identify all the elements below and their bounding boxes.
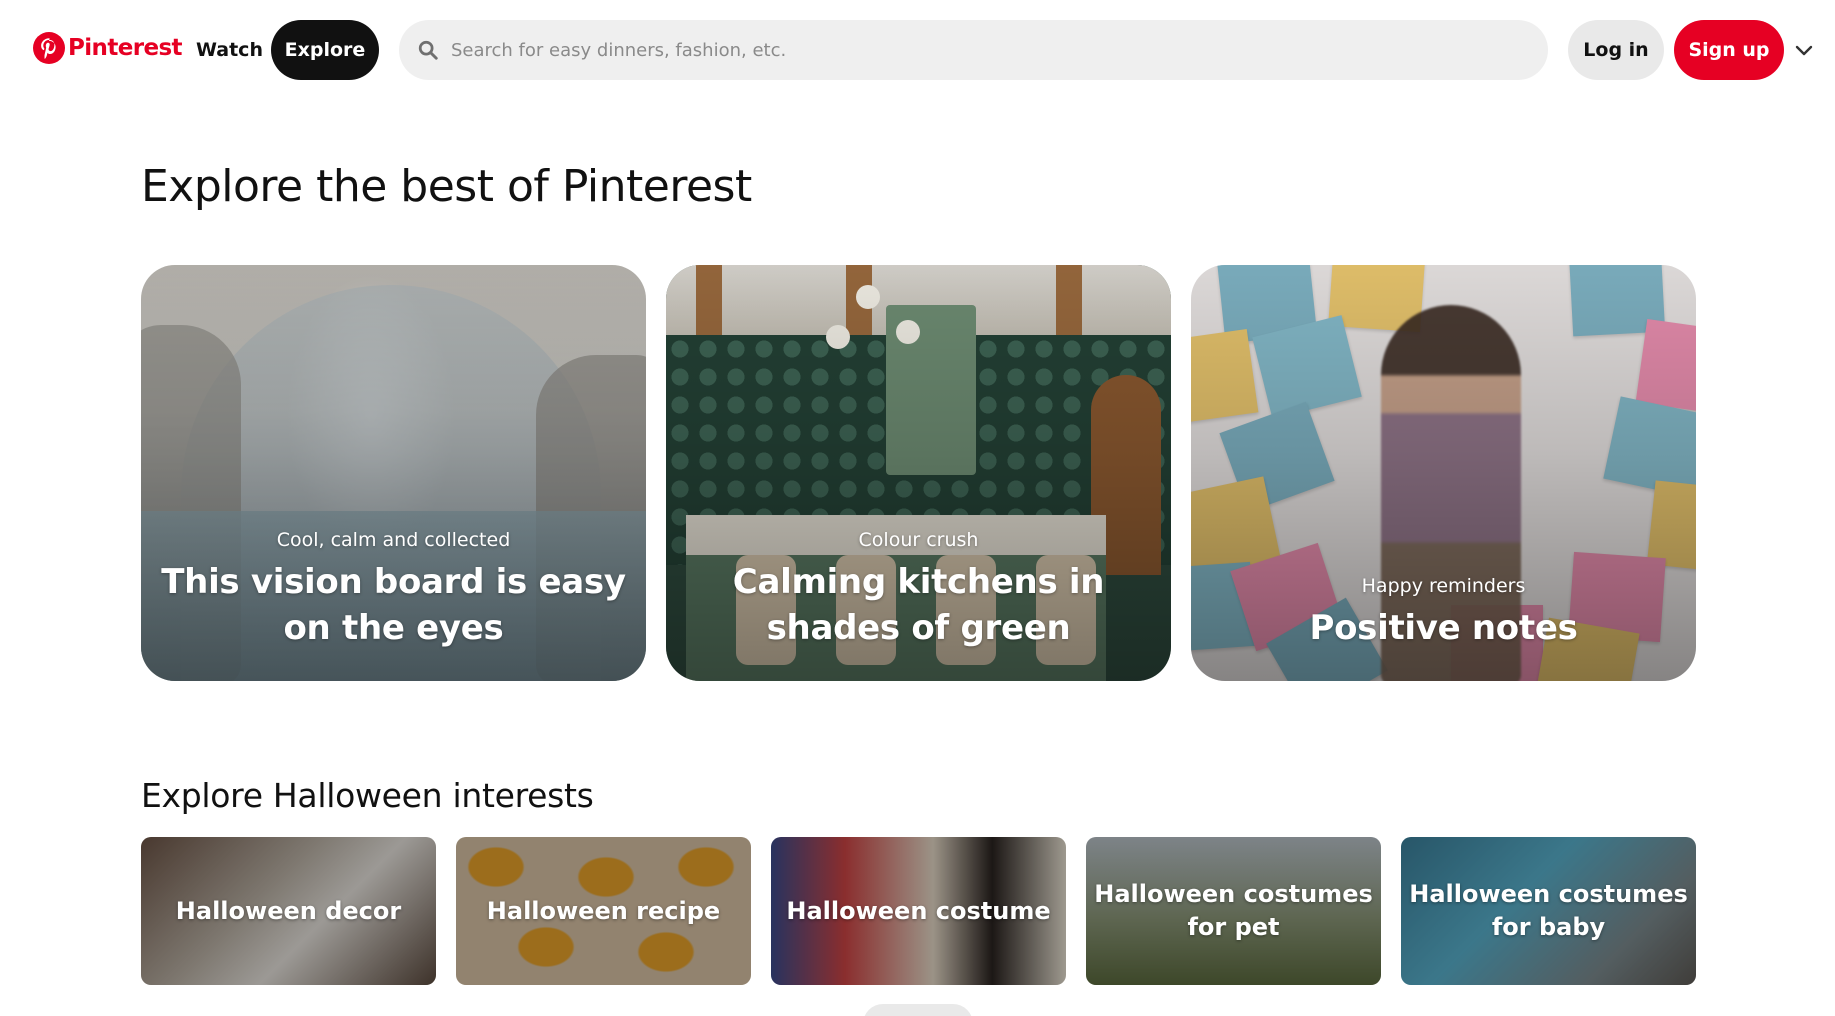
interest-tile-label: Halloween recipe — [486, 896, 721, 925]
search-input[interactable] — [451, 30, 1531, 70]
interest-tile-label: Halloween costumes for pet — [1094, 880, 1373, 941]
feature-card-vision-board[interactable]: Cool, calm and collected This vision boa… — [141, 265, 646, 681]
nav-watch-link[interactable]: Watch — [182, 20, 277, 80]
feature-card-caption: Cool, calm and collected This vision boa… — [161, 527, 626, 651]
feature-card-caption: Happy reminders Positive notes — [1211, 573, 1676, 651]
logo-wordmark: Pinterest — [68, 35, 183, 61]
nav-explore-link[interactable]: Explore — [271, 20, 379, 80]
interest-tile-halloween-costume[interactable]: Halloween costume — [771, 837, 1066, 985]
signup-button[interactable]: Sign up — [1674, 20, 1784, 80]
page-title: Explore the best of Pinterest — [141, 161, 752, 212]
chevron-down-icon — [1795, 45, 1813, 56]
interest-tile-halloween-costumes-pet[interactable]: Halloween costumes for pet — [1086, 837, 1381, 985]
explore-page: Pinterest Watch Explore Log in Sign up E… — [0, 0, 1835, 1016]
feature-card-headline: This vision board is easy on the eyes — [161, 562, 626, 648]
feature-card-positive-notes[interactable]: Happy reminders Positive notes — [1191, 265, 1696, 681]
interest-tile-halloween-costumes-baby[interactable]: Halloween costumes for baby — [1401, 837, 1696, 985]
search-bar[interactable] — [399, 20, 1548, 80]
interest-tile-label: Halloween costumes for baby — [1409, 880, 1688, 941]
interest-tile-halloween-decor[interactable]: Halloween decor — [141, 837, 436, 985]
login-button[interactable]: Log in — [1568, 20, 1664, 80]
feature-card-green-kitchens[interactable]: Colour crush Calming kitchens in shades … — [666, 265, 1171, 681]
more-options-button[interactable] — [1792, 38, 1816, 62]
feature-card-headline: Positive notes — [1309, 608, 1578, 648]
feature-card-kicker: Colour crush — [858, 529, 979, 551]
top-nav-bar: Pinterest Watch Explore Log in Sign up — [0, 0, 1835, 104]
search-icon — [418, 40, 438, 60]
feature-card-kicker: Happy reminders — [1361, 575, 1526, 597]
halloween-section-title: Explore Halloween interests — [141, 776, 594, 815]
interest-tile-label: Halloween costume — [786, 896, 1051, 925]
feature-card-headline: Calming kitchens in shades of green — [732, 562, 1105, 648]
interest-tile-halloween-recipe[interactable]: Halloween recipe — [456, 837, 751, 985]
interest-tile-label: Halloween decor — [175, 896, 402, 925]
pinterest-logo-icon — [33, 32, 65, 64]
see-more-button[interactable] — [863, 1004, 973, 1016]
feature-card-caption: Colour crush Calming kitchens in shades … — [686, 527, 1151, 651]
feature-card-kicker: Cool, calm and collected — [276, 529, 511, 551]
pinterest-logo-link[interactable]: Pinterest — [33, 32, 183, 64]
